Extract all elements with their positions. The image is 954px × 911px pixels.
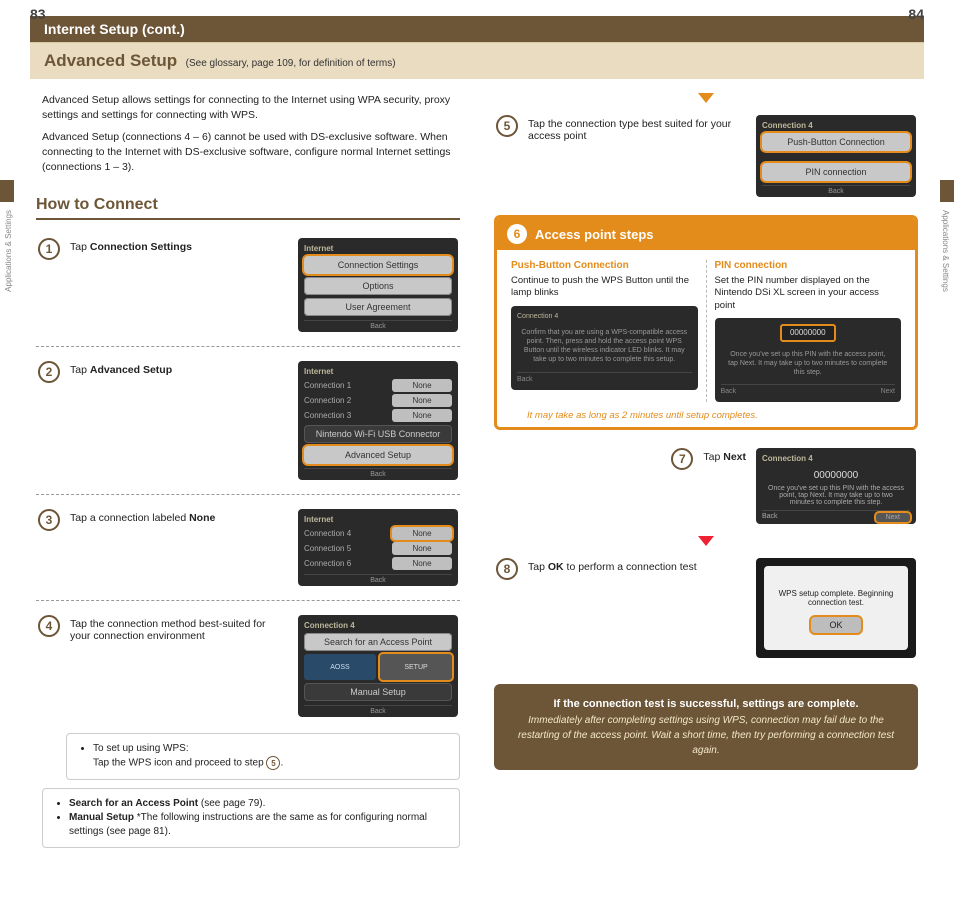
step-text: Tap the connection type best suited for …: [528, 115, 746, 142]
popup-message: WPS setup complete. Beginning connection…: [772, 589, 900, 607]
screenshot-push-confirm: Connection 4 Confirm that you are using …: [511, 306, 698, 390]
search-access-point-button[interactable]: Search for an Access Point: [304, 633, 452, 651]
screenshot-pin-code: 00000000 Once you've set up this PIN wit…: [715, 318, 902, 402]
sub-section-bar: Advanced Setup (See glossary, page 109, …: [30, 42, 924, 79]
wps-setup-icon[interactable]: SETUP: [380, 654, 452, 680]
connection-1[interactable]: None: [392, 379, 452, 392]
setup-duration-note: It may take as long as 2 minutes until s…: [497, 408, 915, 427]
step-text: Tap OK to perform a connection test: [528, 558, 746, 573]
pin-connection-column: PIN connection Set the PIN number displa…: [715, 260, 902, 402]
connection-5[interactable]: None: [392, 542, 452, 555]
page-number-right: 84: [908, 6, 924, 22]
search-manual-tip-box: Search for an Access Point (see page 79)…: [42, 788, 460, 848]
divider: [36, 494, 460, 495]
side-tab: [0, 180, 14, 202]
screenshot-connection-list: Internet Connection 1None Connection 2No…: [298, 361, 458, 480]
step-ref-5: 5: [266, 756, 280, 770]
divider: [36, 346, 460, 347]
step-text: Tap Next: [703, 448, 746, 463]
screenshot-wps-complete: WPS setup complete. Beginning connection…: [756, 558, 916, 658]
back-button[interactable]: Back: [304, 705, 452, 715]
step-number: 5: [496, 115, 518, 137]
next-button[interactable]: Next: [876, 513, 910, 522]
screenshot-advanced-connections: Internet Connection 4None Connection 5No…: [298, 509, 458, 586]
step-number: 4: [38, 615, 60, 637]
manual-setup-button[interactable]: Manual Setup: [304, 683, 452, 701]
step-text: Tap a connection labeled None: [70, 509, 288, 524]
step-text: Tap the connection method best-suited fo…: [70, 615, 288, 642]
section-bar: Internet Setup (cont.): [30, 16, 924, 42]
intro-text: Advanced Setup allows settings for conne…: [36, 89, 460, 178]
step-number: 2: [38, 361, 60, 383]
usb-connector-button[interactable]: Nintendo Wi-Fi USB Connector: [304, 425, 452, 443]
push-button-column: Push-Button Connection Continue to push …: [511, 260, 698, 402]
wps-tip-box: To set up using WPS: Tap the WPS icon an…: [66, 733, 460, 780]
step-number: 6: [507, 224, 527, 244]
screenshot-tap-next: Connection 4 00000000 Once you've set up…: [756, 448, 916, 524]
manual-page-spread: 83 84 Applications & Settings Applicatio…: [0, 0, 954, 886]
how-to-connect-heading: How to Connect: [36, 192, 460, 220]
advanced-setup-button[interactable]: Advanced Setup: [304, 446, 452, 464]
access-point-title: Access point steps: [535, 227, 654, 242]
sub-section-title: Advanced Setup: [44, 51, 177, 70]
push-button-connection[interactable]: Push-Button Connection: [762, 133, 910, 151]
arrow-down-icon: [698, 536, 714, 546]
aoss-icon[interactable]: AOSS: [304, 654, 376, 680]
pin-connection[interactable]: PIN connection: [762, 163, 910, 181]
sub-section-note: (See glossary, page 109, for definition …: [186, 58, 396, 69]
connection-6[interactable]: None: [392, 557, 452, 570]
step-number: 3: [38, 509, 60, 531]
divider: [36, 600, 460, 601]
back-button[interactable]: Back: [304, 574, 452, 584]
back-button[interactable]: Back: [762, 513, 778, 522]
back-button[interactable]: Back: [304, 468, 452, 478]
page-number-left: 83: [30, 6, 46, 22]
connection-settings-button[interactable]: Connection Settings: [304, 256, 452, 274]
step-text: Tap Connection Settings: [70, 238, 288, 253]
step-5: 5 Tap the connection type best suited fo…: [494, 107, 918, 205]
screenshot-internet-menu: Internet Connection Settings Options Use…: [298, 238, 458, 332]
side-tab: [940, 180, 954, 202]
left-column: Advanced Setup allows settings for conne…: [30, 79, 466, 866]
step-1: 1 Tap Connection Settings Internet Conne…: [36, 230, 460, 340]
step-number: 8: [496, 558, 518, 580]
user-agreement-button[interactable]: User Agreement: [304, 298, 452, 316]
step-8: 8 Tap OK to perform a connection test WP…: [494, 550, 918, 666]
step-3: 3 Tap a connection labeled None Internet…: [36, 501, 460, 594]
back-button[interactable]: Back: [762, 185, 910, 195]
ok-button[interactable]: OK: [811, 617, 860, 633]
access-point-steps-box: 6 Access point steps Push-Button Connect…: [494, 215, 918, 430]
step-text: Tap Advanced Setup: [70, 361, 288, 376]
arrow-down-icon: [698, 93, 714, 103]
side-label: Applications & Settings: [941, 210, 950, 292]
screenshot-connection-type: Connection 4 Push-Button Connection PIN …: [756, 115, 916, 197]
step-4: 4 Tap the connection method best-suited …: [36, 607, 460, 725]
step-number: 1: [38, 238, 60, 260]
connection-3[interactable]: None: [392, 409, 452, 422]
column-divider: [706, 260, 707, 402]
back-button[interactable]: Back: [304, 320, 452, 330]
section-title: Internet Setup (cont.): [44, 21, 185, 37]
step-number: 7: [671, 448, 693, 470]
options-button[interactable]: Options: [304, 277, 452, 295]
completion-note-box: If the connection test is successful, se…: [494, 684, 918, 770]
side-label: Applications & Settings: [4, 210, 13, 292]
connection-2[interactable]: None: [392, 394, 452, 407]
screenshot-connection-method: Connection 4 Search for an Access Point …: [298, 615, 458, 717]
pin-code: 00000000: [780, 324, 836, 342]
right-column: 5 Tap the connection type best suited fo…: [488, 79, 924, 866]
connection-4[interactable]: None: [392, 527, 452, 540]
step-7: 7 Tap Next Connection 4 00000000 Once yo…: [494, 440, 918, 532]
step-2: 2 Tap Advanced Setup Internet Connection…: [36, 353, 460, 488]
